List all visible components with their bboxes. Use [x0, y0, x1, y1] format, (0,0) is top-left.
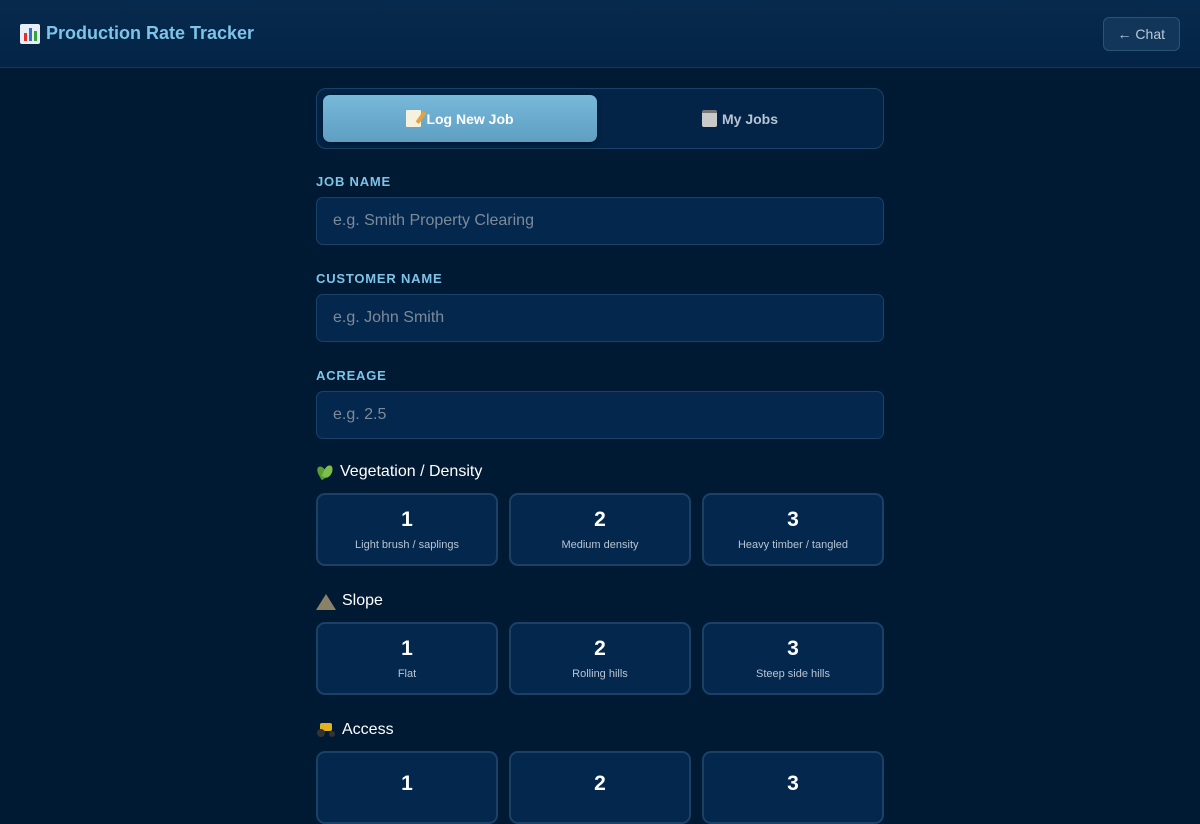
- option-number: 2: [594, 636, 606, 660]
- vegetation-section-title: Vegetation / Density: [316, 463, 884, 481]
- memo-icon: [406, 110, 422, 127]
- section-title-text: Access: [342, 721, 394, 738]
- slope-options: 1 Flat 2 Rolling hills 3 Steep side hill…: [316, 622, 884, 695]
- tab-my-jobs[interactable]: My Jobs: [603, 95, 877, 142]
- section-title-text: Slope: [342, 592, 383, 609]
- slope-section-title: Slope: [316, 592, 884, 610]
- vegetation-option-1[interactable]: 1 Light brush / saplings: [316, 493, 498, 566]
- tab-label: My Jobs: [721, 110, 778, 127]
- option-number: 2: [594, 507, 606, 531]
- option-number: 1: [401, 636, 413, 660]
- job-name-input[interactable]: [316, 197, 884, 245]
- tab-bar: Log New Job My Jobs: [316, 88, 884, 149]
- slope-option-2[interactable]: 2 Rolling hills: [509, 622, 691, 695]
- slope-option-1[interactable]: 1 Flat: [316, 622, 498, 695]
- acreage-label: ACREAGE: [316, 368, 387, 383]
- option-description: Medium density: [561, 538, 639, 551]
- vegetation-options: 1 Light brush / saplings 2 Medium densit…: [316, 493, 884, 566]
- vegetation-option-2[interactable]: 2 Medium density: [509, 493, 691, 566]
- app-title-text: Production Rate Tracker: [46, 23, 255, 43]
- back-to-chat-button[interactable]: ← Chat: [1102, 16, 1180, 51]
- clipboard-icon: [701, 110, 717, 127]
- vegetation-option-3[interactable]: 3 Heavy timber / tangled: [702, 493, 884, 566]
- bar-chart-icon: [20, 23, 40, 44]
- acreage-input[interactable]: [316, 391, 884, 439]
- option-number: 1: [401, 507, 413, 531]
- customer-name-input[interactable]: [316, 294, 884, 342]
- app-title: Production Rate Tracker: [20, 23, 254, 44]
- leaf-icon: [316, 463, 334, 481]
- option-description: Rolling hills: [572, 667, 628, 680]
- option-description: Steep side hills: [756, 667, 830, 680]
- slope-option-3[interactable]: 3 Steep side hills: [702, 622, 884, 695]
- tractor-icon: [316, 722, 336, 738]
- main-content: Log New Job My Jobs JOB NAME CUSTOMER NA…: [316, 88, 884, 824]
- option-number: 3: [787, 771, 799, 795]
- option-number: 3: [787, 507, 799, 531]
- option-number: 3: [787, 636, 799, 660]
- tab-label: Log New Job: [426, 110, 514, 127]
- access-option-3[interactable]: 3: [702, 751, 884, 824]
- option-number: 1: [401, 771, 413, 795]
- customer-name-label: CUSTOMER NAME: [316, 271, 443, 286]
- section-title-text: Vegetation / Density: [340, 463, 483, 480]
- mountain-icon: [316, 593, 336, 610]
- tab-log-new-job[interactable]: Log New Job: [323, 95, 597, 142]
- option-number: 2: [594, 771, 606, 795]
- option-description: Flat: [397, 667, 417, 680]
- access-option-2[interactable]: 2: [509, 751, 691, 824]
- job-name-label: JOB NAME: [316, 174, 392, 189]
- option-description: Heavy timber / tangled: [737, 538, 849, 551]
- access-section-title: Access: [316, 721, 884, 739]
- access-option-1[interactable]: 1: [316, 751, 498, 824]
- option-description: Light brush / saplings: [355, 538, 459, 551]
- access-options: 1 2 3: [316, 751, 884, 824]
- top-bar: Production Rate Tracker ← Chat: [0, 0, 1200, 68]
